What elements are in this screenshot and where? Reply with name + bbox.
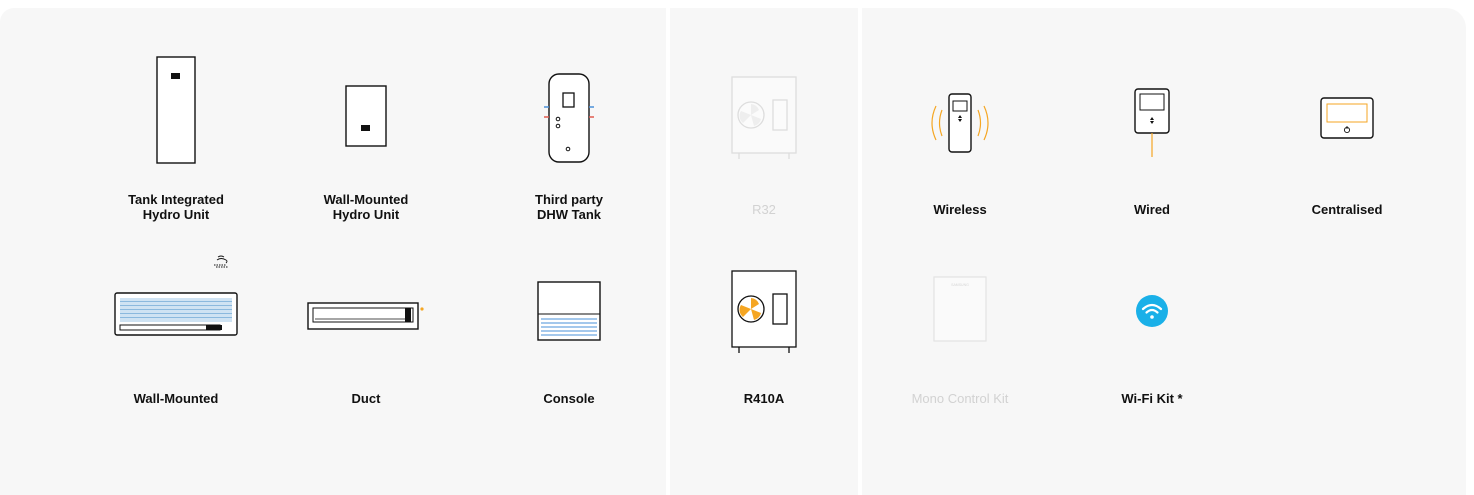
option-label: Wall-Mounted Hydro Unit: [323, 192, 409, 222]
option-label: Centralised: [1311, 202, 1383, 217]
option-label: R32: [752, 202, 776, 217]
outdoor-units-panel: R32 R410A: [670, 8, 858, 495]
option-label: Duct: [351, 391, 381, 406]
console-ac-icon: [537, 280, 601, 341]
option-label: Third party DHW Tank: [535, 192, 603, 222]
outdoor-unit-icon: [731, 270, 797, 353]
mono-control-kit-icon: SAMSUNG: [933, 276, 987, 342]
option-label: Wi-Fi Kit *: [1121, 391, 1183, 406]
wall-mounted-hydro-unit-icon: [345, 85, 387, 147]
tank-integrated-hydro-unit-icon: [156, 56, 196, 164]
indoor-units-panel: Tank Integrated Hydro Unit Wall-Mounted …: [0, 8, 666, 495]
mono-control-kit-brand: SAMSUNG: [951, 283, 969, 287]
wireless-remote-icon: [931, 93, 989, 153]
duct-ac-icon: [307, 302, 424, 330]
option-label: Wireless: [933, 202, 987, 217]
option-label: Mono Control Kit: [911, 391, 1009, 406]
outdoor-unit-icon: [731, 76, 797, 159]
centralised-controller-icon: [1320, 97, 1374, 139]
dhw-tank-icon: [544, 73, 594, 163]
wifi-icon: [1136, 295, 1168, 327]
wired-remote-icon: [1134, 88, 1170, 157]
option-label: Tank Integrated Hydro Unit: [128, 192, 224, 222]
controls-panel: Wireless Wired Centralised SAMSUNG Mono …: [862, 8, 1466, 495]
wall-mounted-ac-icon: [114, 255, 238, 336]
option-label: Console: [543, 391, 595, 406]
option-label: Wall-Mounted: [133, 391, 219, 406]
option-label: Wired: [1134, 202, 1170, 217]
option-label: R410A: [743, 391, 785, 406]
